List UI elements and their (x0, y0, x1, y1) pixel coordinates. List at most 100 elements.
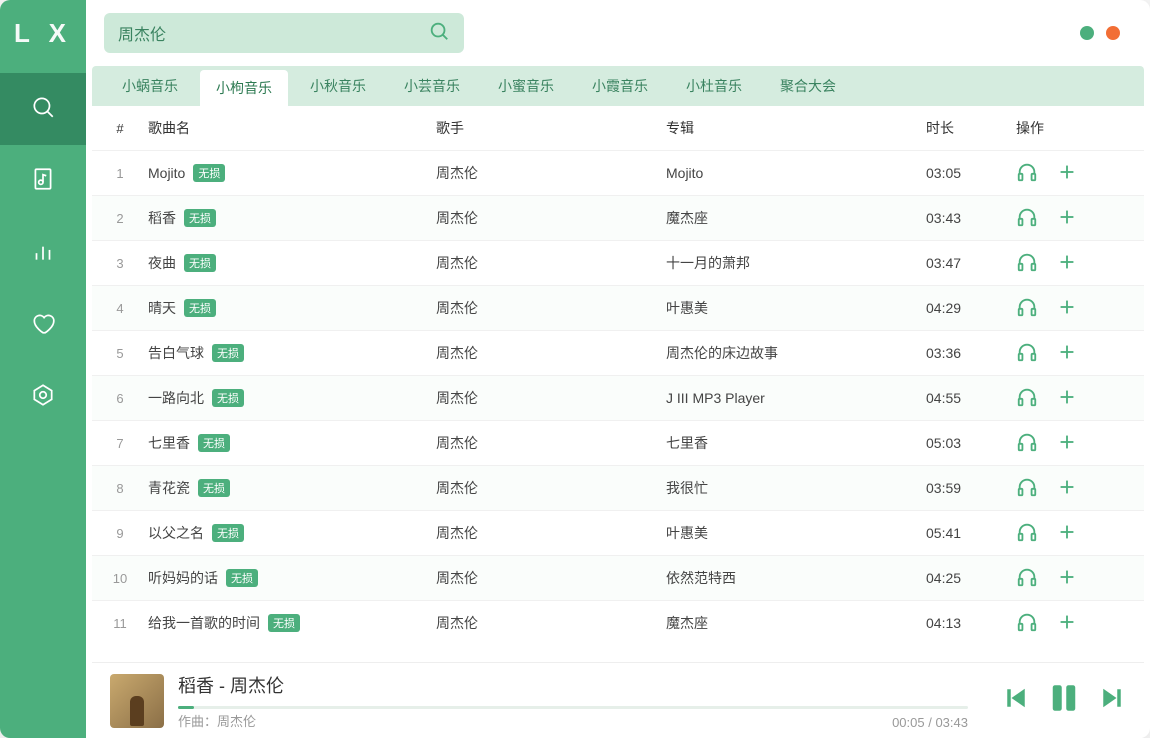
artist-name: 周杰伦 (436, 253, 666, 273)
add-button[interactable] (1056, 476, 1078, 501)
listen-button[interactable] (1016, 161, 1038, 186)
window-controls (1080, 26, 1120, 40)
album-cover[interactable] (110, 674, 164, 728)
settings-icon (30, 382, 56, 413)
song-name: 稻香无损 (148, 208, 436, 228)
add-button[interactable] (1056, 566, 1078, 591)
song-name: 给我一首歌的时间无损 (148, 613, 436, 633)
table-row[interactable]: 2稻香无损周杰伦魔杰座03:43 (92, 195, 1144, 240)
nav-favorites[interactable] (0, 289, 86, 361)
album-name: Mojito (666, 165, 926, 181)
close-button[interactable] (1106, 26, 1120, 40)
search-input[interactable] (118, 24, 428, 42)
listen-button[interactable] (1016, 431, 1038, 456)
duration: 04:29 (926, 300, 1016, 316)
table-row[interactable]: 3夜曲无损周杰伦十一月的萧邦03:47 (92, 240, 1144, 285)
player-bar: 稻香 - 周杰伦 作曲：周杰伦 00:05 / 03:43 (92, 662, 1144, 738)
add-button[interactable] (1056, 206, 1078, 231)
album-name: J III MP3 Player (666, 390, 926, 406)
listen-button[interactable] (1016, 206, 1038, 231)
add-button[interactable] (1056, 251, 1078, 276)
add-button[interactable] (1056, 521, 1078, 546)
quality-badge: 无损 (184, 209, 216, 227)
source-tab[interactable]: 小蜜音乐 (482, 66, 570, 106)
row-actions (1016, 296, 1126, 321)
add-button[interactable] (1056, 296, 1078, 321)
row-index: 6 (92, 391, 148, 406)
search-icon[interactable] (428, 20, 450, 47)
source-tab[interactable]: 聚合大会 (764, 66, 852, 106)
app-logo: L X (14, 18, 72, 49)
pause-button[interactable] (1046, 680, 1082, 721)
minimize-button[interactable] (1080, 26, 1094, 40)
duration: 05:03 (926, 435, 1016, 451)
row-actions (1016, 386, 1126, 411)
source-tab[interactable]: 小枸音乐 (200, 70, 288, 106)
table-row[interactable]: 10听妈妈的话无损周杰伦依然范特西04:25 (92, 555, 1144, 600)
row-index: 5 (92, 346, 148, 361)
artist-name: 周杰伦 (436, 523, 666, 543)
now-playing-subtitle: 作曲：周杰伦 (178, 711, 256, 730)
col-artist: 歌手 (436, 118, 666, 138)
source-tabs: 小蜗音乐小枸音乐小秋音乐小芸音乐小蜜音乐小霞音乐小杜音乐聚合大会 (92, 66, 1144, 106)
artist-name: 周杰伦 (436, 163, 666, 183)
add-button[interactable] (1056, 431, 1078, 456)
listen-button[interactable] (1016, 341, 1038, 366)
row-actions (1016, 206, 1126, 231)
app-window: L X 小蜗音乐小枸音乐小秋音乐小芸音乐小蜜音乐小霞音乐小 (0, 0, 1150, 738)
duration: 03:05 (926, 165, 1016, 181)
search-icon (30, 94, 56, 125)
prev-button[interactable] (1002, 684, 1030, 717)
listen-button[interactable] (1016, 566, 1038, 591)
table-body[interactable]: 1Mojito无损周杰伦Mojito03:052稻香无损周杰伦魔杰座03:433… (92, 150, 1144, 662)
duration: 03:47 (926, 255, 1016, 271)
listen-button[interactable] (1016, 251, 1038, 276)
nav-search[interactable] (0, 73, 86, 145)
listen-button[interactable] (1016, 296, 1038, 321)
row-actions (1016, 476, 1126, 501)
duration: 04:13 (926, 615, 1016, 631)
album-name: 七里香 (666, 433, 926, 453)
progress-bar[interactable] (178, 706, 968, 709)
listen-button[interactable] (1016, 476, 1038, 501)
add-button[interactable] (1056, 341, 1078, 366)
nav-ranking[interactable] (0, 217, 86, 289)
listen-button[interactable] (1016, 386, 1038, 411)
row-actions (1016, 521, 1126, 546)
source-tab[interactable]: 小芸音乐 (388, 66, 476, 106)
row-actions (1016, 341, 1126, 366)
album-name: 魔杰座 (666, 208, 926, 228)
song-name: 青花瓷无损 (148, 478, 436, 498)
add-button[interactable] (1056, 611, 1078, 636)
source-tab[interactable]: 小霞音乐 (576, 66, 664, 106)
nav-songlist[interactable] (0, 145, 86, 217)
table-row[interactable]: 9以父之名无损周杰伦叶惠美05:41 (92, 510, 1144, 555)
next-button[interactable] (1098, 684, 1126, 717)
row-actions (1016, 431, 1126, 456)
artist-name: 周杰伦 (436, 388, 666, 408)
table-row[interactable]: 4晴天无损周杰伦叶惠美04:29 (92, 285, 1144, 330)
nav-settings[interactable] (0, 361, 86, 433)
table-row[interactable]: 5告白气球无损周杰伦周杰伦的床边故事03:36 (92, 330, 1144, 375)
song-name: 听妈妈的话无损 (148, 568, 436, 588)
song-name: 晴天无损 (148, 298, 436, 318)
source-tab[interactable]: 小杜音乐 (670, 66, 758, 106)
album-name: 我很忙 (666, 478, 926, 498)
source-tab[interactable]: 小秋音乐 (294, 66, 382, 106)
search-box[interactable] (104, 13, 464, 53)
table-row[interactable]: 1Mojito无损周杰伦Mojito03:05 (92, 150, 1144, 195)
add-button[interactable] (1056, 161, 1078, 186)
col-duration: 时长 (926, 118, 1016, 138)
song-name: Mojito无损 (148, 164, 436, 182)
artist-name: 周杰伦 (436, 343, 666, 363)
main-content: 小蜗音乐小枸音乐小秋音乐小芸音乐小蜜音乐小霞音乐小杜音乐聚合大会 # 歌曲名 歌… (86, 0, 1150, 738)
source-tab[interactable]: 小蜗音乐 (106, 66, 194, 106)
add-button[interactable] (1056, 386, 1078, 411)
table-row[interactable]: 11给我一首歌的时间无损周杰伦魔杰座04:13 (92, 600, 1144, 645)
listen-button[interactable] (1016, 521, 1038, 546)
listen-button[interactable] (1016, 611, 1038, 636)
table-row[interactable]: 6一路向北无损周杰伦J III MP3 Player04:55 (92, 375, 1144, 420)
col-song: 歌曲名 (148, 118, 436, 138)
table-row[interactable]: 7七里香无损周杰伦七里香05:03 (92, 420, 1144, 465)
table-row[interactable]: 8青花瓷无损周杰伦我很忙03:59 (92, 465, 1144, 510)
